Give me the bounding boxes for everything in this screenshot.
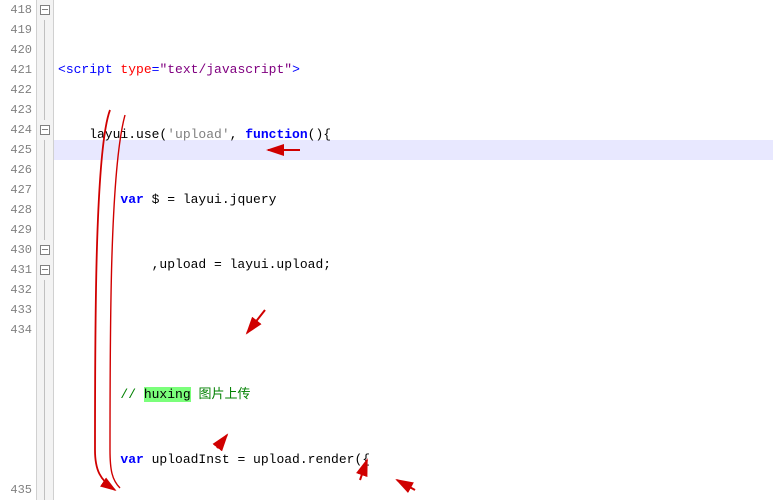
- line-number: 424: [0, 120, 32, 140]
- line-number: [0, 420, 32, 440]
- code-line: layui.use('upload', function(){: [58, 125, 773, 145]
- line-number: 422: [0, 80, 32, 100]
- code-area[interactable]: <script type="text/javascript"> layui.us…: [54, 0, 773, 500]
- line-number: 425: [0, 140, 32, 160]
- line-number: 432: [0, 280, 32, 300]
- line-number: 418: [0, 0, 32, 20]
- line-number: [0, 440, 32, 460]
- line-number: [0, 360, 32, 380]
- line-number: 426: [0, 160, 32, 180]
- line-number: 434: [0, 320, 32, 340]
- code-line: // huxing 图片上传: [58, 385, 773, 405]
- line-number-gutter: 418 419 420 421 422 423 424 425 426 427 …: [0, 0, 36, 500]
- line-number: 433: [0, 300, 32, 320]
- fold-toggle[interactable]: [37, 0, 53, 20]
- line-number: [0, 460, 32, 480]
- line-number: 423: [0, 100, 32, 120]
- line-number: 431: [0, 260, 32, 280]
- code-line: ,upload = layui.upload;: [58, 255, 773, 275]
- line-number: 427: [0, 180, 32, 200]
- highlight-huxing: huxing: [144, 387, 191, 402]
- code-editor: 418 419 420 421 422 423 424 425 426 427 …: [0, 0, 773, 500]
- line-number: 429: [0, 220, 32, 240]
- fold-gutter: [36, 0, 54, 500]
- fold-toggle[interactable]: [37, 120, 53, 140]
- line-number: 421: [0, 60, 32, 80]
- line-number: [0, 340, 32, 360]
- line-number: [0, 400, 32, 420]
- code-line: <script type="text/javascript">: [58, 60, 773, 80]
- line-number: 428: [0, 200, 32, 220]
- line-number: 435: [0, 480, 32, 500]
- fold-toggle[interactable]: [37, 240, 53, 260]
- line-number: 420: [0, 40, 32, 60]
- line-number: [0, 380, 32, 400]
- code-line: [58, 320, 773, 340]
- line-number: 419: [0, 20, 32, 40]
- fold-toggle[interactable]: [37, 260, 53, 280]
- line-number: 430: [0, 240, 32, 260]
- code-line: var $ = layui.jquery: [58, 190, 773, 210]
- code-line: var uploadInst = upload.render({: [58, 450, 773, 470]
